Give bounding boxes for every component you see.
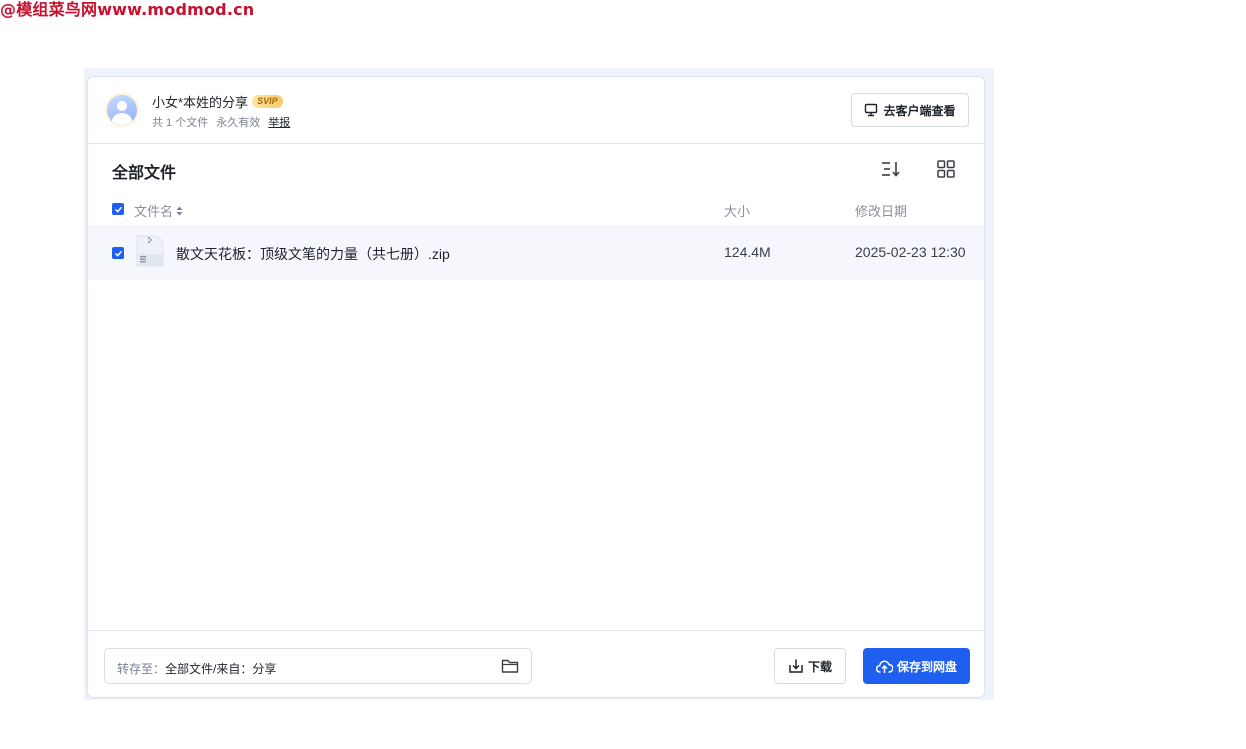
column-date: 修改日期: [855, 204, 908, 219]
open-client-label: 去客户端查看: [883, 103, 956, 118]
select-all-checkbox[interactable]: [112, 203, 124, 215]
share-panel: 小女*本姓的分享 SVIP 共 1 个文件 永久有效 举报 去客户端查看 全部文…: [87, 76, 985, 698]
column-filename[interactable]: 文件名: [134, 201, 183, 220]
sort-icon[interactable]: [879, 157, 903, 181]
column-filename-label: 文件名: [134, 204, 174, 219]
save-destination-label: 转存至：: [117, 662, 166, 676]
open-client-button[interactable]: 去客户端查看: [851, 93, 969, 127]
column-size: 大小: [724, 204, 751, 219]
cloud-upload-icon: [875, 659, 893, 673]
save-to-drive-label: 保存到网盘: [896, 659, 957, 674]
save-to-drive-button[interactable]: 保存到网盘: [863, 648, 970, 684]
download-icon: [789, 659, 803, 673]
watermark-text: @模组菜鸟网www.modmod.cn: [0, 0, 255, 19]
file-size: 124.4M: [724, 244, 771, 260]
folder-icon[interactable]: [501, 657, 519, 675]
action-footer: 转存至： 全部文件/来自：分享 下载 保存到网盘: [88, 630, 984, 697]
section-title: 全部文件: [112, 165, 177, 182]
share-meta: 共 1 个文件 永久有效 举报: [152, 114, 290, 130]
monitor-icon: [865, 103, 878, 117]
owner-line: 小女*本姓的分享 SVIP: [152, 92, 283, 111]
save-destination-path: 全部文件/来自：分享: [165, 662, 277, 676]
svip-badge: SVIP: [252, 95, 283, 108]
download-button[interactable]: 下载: [774, 648, 846, 684]
row-checkbox[interactable]: [112, 247, 124, 259]
file-name[interactable]: 散文天花板：顶级文笔的力量（共七册）.zip: [176, 244, 450, 264]
download-label: 下载: [807, 659, 832, 674]
file-count: 共 1 个文件: [152, 117, 209, 129]
table-row[interactable]: 散文天花板：顶级文笔的力量（共七册）.zip 124.4M 2025-02-23…: [88, 225, 984, 280]
check-icon: [114, 206, 122, 213]
check-icon: [114, 250, 122, 257]
user-icon: [107, 95, 137, 125]
zip-file-icon: [136, 235, 164, 267]
report-link[interactable]: 举报: [268, 114, 290, 130]
grid-view-icon[interactable]: [934, 157, 958, 181]
file-date: 2025-02-23 12:30: [855, 244, 966, 260]
validity: 永久有效: [216, 117, 261, 129]
sort-toggle-icon: [176, 206, 183, 215]
avatar[interactable]: [105, 93, 139, 127]
share-header: 小女*本姓的分享 SVIP 共 1 个文件 永久有效 举报 去客户端查看: [88, 77, 984, 144]
save-destination-field[interactable]: 转存至： 全部文件/来自：分享: [104, 648, 532, 684]
owner-name: 小女*本姓的分享: [152, 95, 249, 110]
